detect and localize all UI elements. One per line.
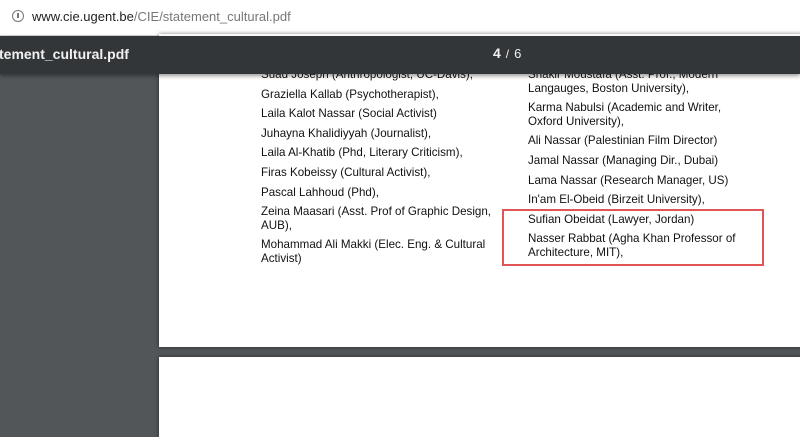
signatory-entry: Lama Nassar (Research Manager, US): [528, 173, 729, 187]
signatory-entry: Graziella Kallab (Psychotherapist),: [261, 87, 439, 101]
signatory-entry: Laila Al-Khatib (Phd, Literary Criticism…: [261, 146, 463, 160]
current-page-number[interactable]: 4: [493, 45, 501, 61]
signatory-entry: Ali Nassar (Palestinian Film Director): [528, 134, 718, 148]
url-text[interactable]: www.cie.ugent.be/CIE/statement_cultural.…: [32, 9, 291, 24]
info-icon[interactable]: [12, 10, 24, 22]
signatory-entry: Pascal Lahhoud (Phd),: [261, 185, 379, 199]
signatory-entry: Laila Kalot Nassar (Social Activist): [261, 107, 437, 121]
page-indicator: 4 / 6: [493, 45, 521, 61]
pdf-toolbar: tement_cultural.pdf 4 / 6: [0, 36, 800, 74]
signatory-entry: In'am El-Obeid (Birzeit University),: [528, 193, 705, 207]
page-separator: /: [505, 47, 510, 61]
url-path: /CIE/statement_cultural.pdf: [133, 9, 291, 24]
total-pages: 6: [514, 46, 522, 61]
highlight-box: [502, 209, 764, 266]
signatory-entry: Karma Nabulsi (Academic and Writer, Oxfo…: [528, 101, 722, 128]
signatory-entry: Juhayna Khalidiyyah (Journalist),: [261, 126, 432, 140]
pdf-page-next: [159, 357, 800, 437]
url-host: www.cie.ugent.be: [32, 9, 134, 24]
address-bar[interactable]: www.cie.ugent.be/CIE/statement_cultural.…: [0, 0, 800, 36]
signatory-entry: Jamal Nassar (Managing Dir., Dubai): [528, 153, 719, 167]
signatory-entry: Mohammad Ali Makki (Elec. Eng. & Cultura…: [261, 238, 486, 265]
left-column: Suad Joseph (Anthropologist, UC-Davis), G…: [261, 68, 501, 272]
signatory-entry: Firas Kobeissy (Cultural Activist),: [261, 165, 431, 179]
document-title: tement_cultural.pdf: [0, 46, 129, 62]
pdf-page: Suad Joseph (Anthropologist, UC-Davis), G…: [159, 34, 800, 347]
signatory-entry: Zeina Maasari (Asst. Prof of Graphic Des…: [261, 205, 492, 232]
